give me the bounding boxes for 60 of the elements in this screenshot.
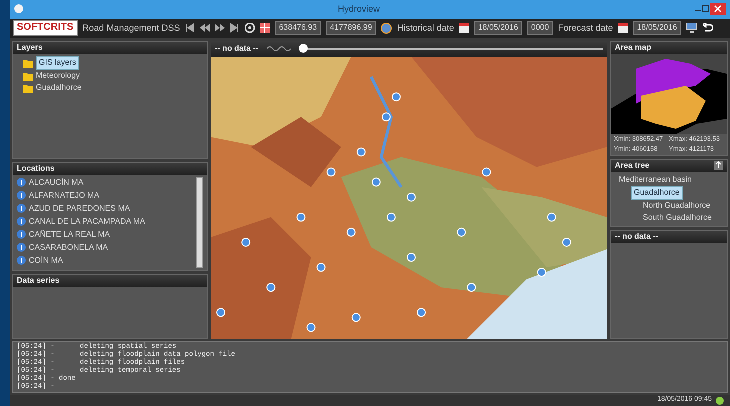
monitor-icon[interactable]: [686, 23, 698, 34]
tree-item[interactable]: Mediterranean basin: [619, 174, 692, 186]
panel-header: Data series: [13, 274, 207, 287]
date-field[interactable]: 18/05/2016: [633, 21, 682, 36]
calendar-icon[interactable]: [618, 23, 628, 34]
tree-item[interactable]: Guadalhorce: [36, 82, 82, 94]
rewind-icon[interactable]: [200, 23, 210, 34]
location-pin-icon: [17, 217, 26, 226]
tree-item[interactable]: North Guadalhorce: [643, 200, 711, 212]
panel-header: -- no data --: [611, 231, 727, 244]
date-field[interactable]: 18/05/2016: [474, 21, 522, 36]
location-item[interactable]: CAÑETE LA REAL MA: [29, 228, 110, 241]
panel-header: Area map: [611, 42, 727, 54]
reel-icon[interactable]: [245, 23, 256, 34]
app-icon: [14, 4, 24, 14]
undo-icon[interactable]: [703, 23, 714, 34]
location-pin-icon: [17, 243, 26, 252]
location-pin-icon: [17, 191, 26, 200]
tree-item[interactable]: South Guadalhorce: [643, 212, 712, 224]
location-pin-icon: [17, 230, 26, 240]
location-item[interactable]: CANAL DE LA PACAMPADA MA: [29, 216, 146, 228]
coordinate-field: 638476.93: [275, 21, 322, 36]
location-pin-icon: [17, 204, 26, 214]
slider-thumb[interactable]: [298, 44, 308, 53]
globe-icon: [381, 22, 392, 34]
location-pin-icon: [17, 256, 26, 266]
folder-icon: [23, 58, 33, 68]
panel-header: Locations: [13, 162, 207, 175]
location-pin-icon: [17, 178, 26, 188]
coordinate-field: 4177896.99: [326, 21, 376, 36]
historical-date-label: Historical date: [397, 22, 454, 35]
scrollbar[interactable]: [196, 176, 203, 268]
close-icon[interactable]: [710, 3, 726, 16]
time-field[interactable]: 0000: [527, 21, 554, 36]
calendar-icon[interactable]: [459, 23, 470, 34]
location-item[interactable]: AZUD DE PAREDONES MA: [29, 202, 130, 215]
folder-icon: [23, 82, 33, 93]
fast-forward-icon[interactable]: [215, 23, 226, 34]
folder-icon: [23, 70, 33, 81]
maximize-icon[interactable]: [702, 5, 710, 14]
tree-item[interactable]: Meteorology: [36, 70, 80, 82]
skip-forward-icon[interactable]: [230, 23, 240, 34]
tree-item[interactable]: Guadalhorce: [631, 186, 683, 200]
panel-header: Layers: [13, 42, 207, 54]
location-item[interactable]: COÍN MA: [29, 254, 64, 267]
forecast-date-label: Forecast date: [558, 22, 614, 35]
tree-item[interactable]: GIS layers: [36, 56, 80, 70]
project-name: Road Management DSS: [82, 22, 180, 35]
window-title: Hydroview: [336, 2, 381, 16]
status-icon: [716, 396, 724, 405]
location-item[interactable]: ALFARNATEJO MA: [29, 190, 100, 202]
wave-icon: [266, 44, 291, 53]
grid-icon[interactable]: [260, 23, 270, 34]
app-logo: SOFTCRITS: [13, 20, 78, 36]
panel-header: -- no data --: [215, 44, 259, 54]
location-item[interactable]: ALCAUCÍN MA: [29, 176, 84, 189]
export-icon[interactable]: [714, 161, 723, 172]
panel-header: Area tree: [615, 161, 650, 172]
location-item[interactable]: CASARABONELA MA: [29, 242, 108, 254]
skip-back-icon[interactable]: [185, 23, 196, 34]
